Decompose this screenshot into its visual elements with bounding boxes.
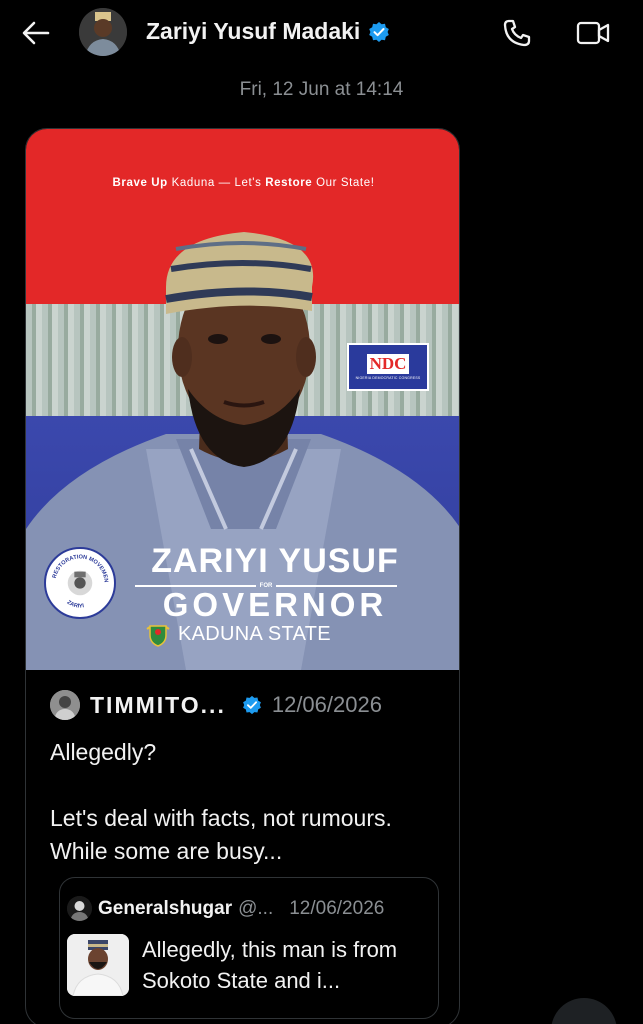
verified-badge-icon [369,21,390,42]
state-label: KADUNA STATE [146,621,376,647]
poster-tagline: Brave Up Kaduna — Let's Restore Our Stat… [112,177,375,189]
quoted-tweet-date: 12/06/2026 [271,692,382,717]
campaign-poster-image[interactable]: Brave Up Kaduna — Let's Restore Our Stat… [26,129,459,670]
quoted-author-avatar[interactable] [50,690,80,720]
candidate-name-text: ZARIYI YUSUF [151,542,399,580]
title-wrap[interactable]: Zariyi Yusuf Madaki [146,18,390,45]
video-camera-icon[interactable] [576,20,610,46]
message-timestamp: Fri, 12 Jun at 14:14 [239,79,404,100]
chat-header: Zariyi Yusuf Madaki [0,0,643,66]
quoted-tweet-header[interactable]: TIMMITO... 12/06/2026 [50,690,450,720]
nested-author-handle: @... [238,897,274,919]
contact-name: Zariyi Yusuf Madaki [146,18,361,44]
nested-author-avatar[interactable] [67,896,92,921]
nested-author-name: Generalshugar [98,897,233,919]
verified-badge-icon [242,695,261,715]
quoted-tweet-line: Allegedly? [50,739,157,765]
nested-tweet-date: 12/06/2026 [289,897,385,919]
coat-of-arms-icon [146,625,170,647]
fab-glyph: · [579,1012,586,1024]
avatar[interactable] [79,8,127,56]
phone-icon[interactable] [502,18,532,48]
shared-post-card[interactable]: Brave Up Kaduna — Let's Restore Our Stat… [25,128,460,1024]
nested-quoted-tweet[interactable]: Generalshugar @... 12/06/2026 Allegedly,… [59,877,439,1019]
quoted-author-name: TIMMITO... [90,691,226,718]
arrow-left-icon[interactable] [20,18,52,48]
quoted-tweet-line: Let's deal with facts, not rumours. Whil… [50,805,392,864]
nested-tweet-header: Generalshugar @... 12/06/2026 [67,896,384,921]
nested-tweet-thumbnail[interactable] [67,934,129,996]
nested-tweet-text: Allegedly, this man is from Sokoto State… [142,937,398,993]
office-text: GOVERNOR [162,586,388,623]
ndc-party-logo: NDC NIGERIA DEMOCRATIC CONGRESS [347,343,429,391]
svg-text:ZARIYI: ZARIYI [66,600,85,610]
restoration-movement-seal: RESTORATION MOVEMENT ZARIYI [44,547,116,619]
